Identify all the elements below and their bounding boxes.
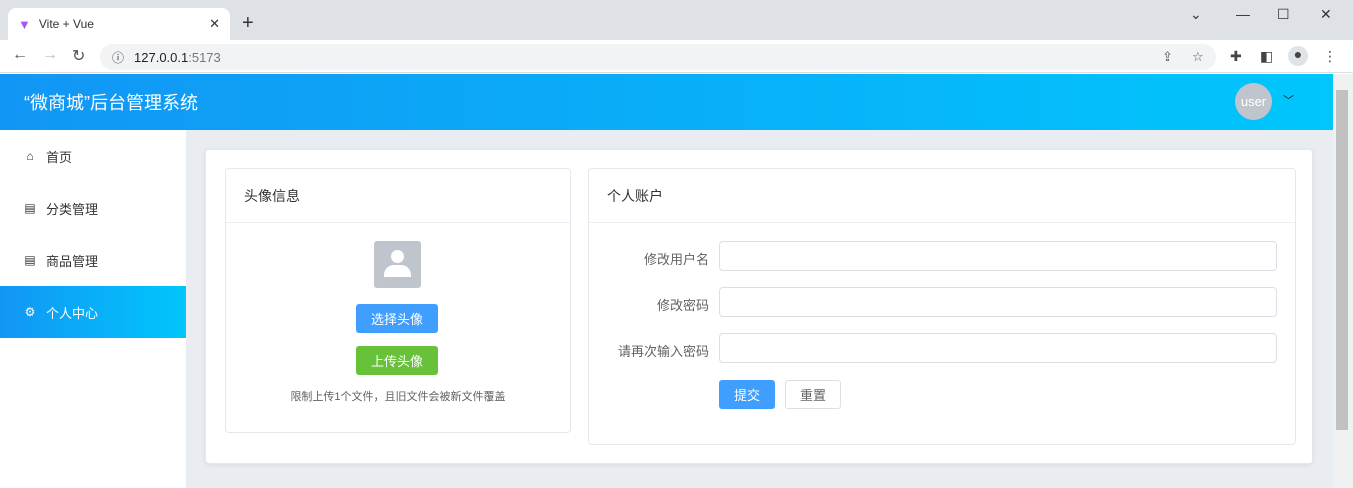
browser-tab-bar: ▼ Vite + Vue ✕ + ⌄ — ☐ ✕: [0, 0, 1353, 40]
confirm-password-input[interactable]: [719, 333, 1277, 363]
page-scrollbar[interactable]: [1333, 74, 1353, 488]
sidebar-item-label: 商品管理: [46, 253, 99, 269]
sidebar: ⌂ 首页 ▤ 分类管理 ▤ 商品管理 ⚙ 个人中心: [0, 130, 186, 488]
browser-tab[interactable]: ▼ Vite + Vue ✕: [8, 8, 230, 40]
address-bar[interactable]: ⓘ 127.0.0.1:5173 ⇪ ☆: [100, 44, 1216, 70]
gear-icon: ⚙: [24, 305, 36, 319]
avatar-card: 头像信息 选择头像 上传头像 限制上传1个文件，且旧文件会被新文件覆盖: [225, 168, 571, 433]
menu-icon[interactable]: ⋮: [1323, 48, 1337, 65]
sidebar-item-category[interactable]: ▤ 分类管理: [0, 182, 186, 234]
upload-avatar-button[interactable]: 上传头像: [356, 346, 438, 375]
main-content: 头像信息 选择头像 上传头像 限制上传1个文件，且旧文件会被新文件覆盖 个人账户…: [186, 130, 1333, 488]
home-icon: ⌂: [26, 149, 34, 163]
upload-note: 限制上传1个文件，且旧文件会被新文件覆盖: [290, 391, 506, 403]
tab-search-icon[interactable]: ⌄: [1190, 6, 1202, 23]
submit-button[interactable]: 提交: [719, 380, 775, 409]
account-card-title: 个人账户: [589, 169, 1295, 223]
maximize-button[interactable]: ☐: [1277, 6, 1290, 23]
reload-icon[interactable]: ↻: [72, 46, 85, 66]
clipboard-icon: ▤: [24, 201, 36, 215]
info-icon: ⓘ: [112, 50, 125, 65]
close-tab-icon[interactable]: ✕: [209, 16, 220, 32]
extensions-icon[interactable]: ✚: [1230, 48, 1242, 65]
app-title: “微商城”后台管理系统: [24, 93, 198, 113]
password-label: 修改密码: [656, 298, 709, 313]
username-label: 修改用户名: [643, 252, 709, 267]
sidebar-item-label: 首页: [46, 149, 73, 165]
password-input[interactable]: [719, 287, 1277, 317]
reset-button[interactable]: 重置: [785, 380, 841, 409]
vite-logo-icon: ▼: [18, 16, 31, 32]
minimize-button[interactable]: —: [1236, 6, 1250, 22]
tab-title: Vite + Vue: [38, 17, 94, 31]
browser-toolbar: ← → ↻ ⓘ 127.0.0.1:5173 ⇪ ☆ ✚ ◧ ● ⋮: [0, 40, 1353, 73]
select-avatar-button[interactable]: 选择头像: [356, 304, 438, 333]
url-host: 127.0.0.1: [134, 49, 189, 65]
account-card: 个人账户 修改用户名 修改密码 请再次输入密码 提交 重置: [588, 168, 1296, 445]
close-window-button[interactable]: ✕: [1320, 6, 1332, 23]
username-input[interactable]: [719, 241, 1277, 271]
profile-icon[interactable]: ●: [1288, 46, 1308, 66]
profile-panel: 头像信息 选择头像 上传头像 限制上传1个文件，且旧文件会被新文件覆盖 个人账户…: [205, 149, 1313, 464]
confirm-password-label: 请再次输入密码: [617, 344, 709, 359]
scrollbar-thumb[interactable]: [1336, 90, 1348, 430]
share-icon[interactable]: ⇪: [1162, 49, 1173, 65]
sidebar-item-label: 个人中心: [46, 305, 99, 321]
sidebar-item-profile[interactable]: ⚙ 个人中心: [0, 286, 186, 338]
user-avatar[interactable]: user: [1235, 83, 1272, 120]
avatar-card-title: 头像信息: [226, 169, 570, 223]
new-tab-button[interactable]: +: [242, 12, 254, 35]
back-icon[interactable]: ←: [12, 46, 28, 64]
sidebar-item-goods[interactable]: ▤ 商品管理: [0, 234, 186, 286]
clipboard-icon: ▤: [24, 253, 36, 267]
app-header: “微商城”后台管理系统 user ﹀: [0, 74, 1333, 130]
avatar-placeholder-icon: [374, 241, 421, 288]
chevron-down-icon[interactable]: ﹀: [1283, 92, 1294, 108]
sidebar-item-home[interactable]: ⌂ 首页: [0, 130, 186, 182]
forward-icon[interactable]: →: [42, 46, 58, 64]
url-port: :5173: [188, 49, 221, 65]
side-panel-icon[interactable]: ◧: [1260, 48, 1273, 65]
sidebar-item-label: 分类管理: [46, 201, 99, 217]
star-icon[interactable]: ☆: [1192, 49, 1204, 65]
